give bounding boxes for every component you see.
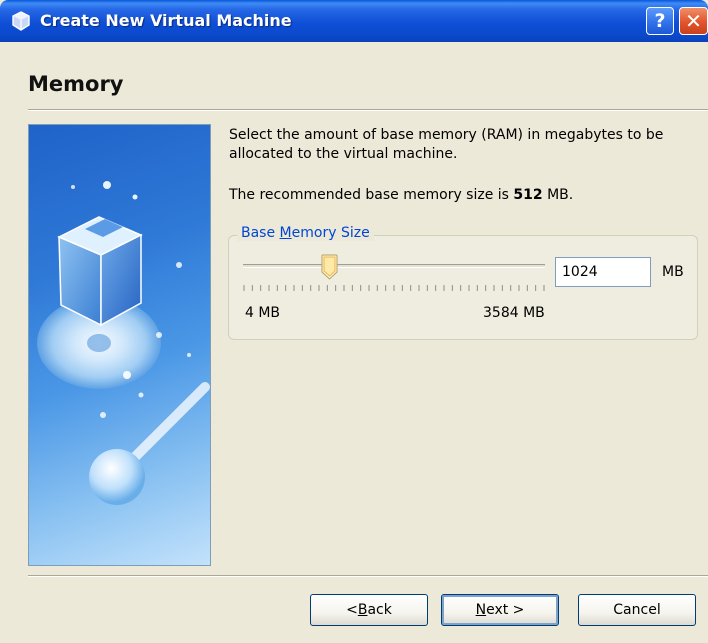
window-title: Create New Virtual Machine (40, 11, 292, 30)
memory-slider-ticks (243, 285, 545, 291)
next-button[interactable]: Next > (441, 594, 559, 626)
recommended-memory-text: The recommended base memory size is 512 … (229, 187, 573, 203)
virtualbox-app-icon (12, 11, 30, 31)
page-title: Memory (28, 72, 124, 96)
wizard-window: Create New Virtual Machine ? ✕ Memory Se… (0, 0, 708, 643)
recommended-suffix: MB. (542, 187, 574, 203)
recommended-value: 512 (513, 187, 543, 203)
memory-slider-track[interactable] (243, 264, 545, 268)
virtualbox-wizard-image (28, 124, 211, 566)
help-icon: ? (654, 10, 666, 32)
memory-description: Select the amount of base memory (RAM) i… (229, 127, 664, 162)
back-button[interactable]: < Back (310, 594, 428, 626)
close-icon: ✕ (685, 9, 702, 33)
recommended-prefix: The recommended base memory size is (229, 187, 514, 203)
cancel-button[interactable]: Cancel (578, 594, 696, 626)
help-button[interactable]: ? (646, 7, 674, 35)
memory-size-input[interactable] (555, 257, 651, 287)
title-bar[interactable]: Create New Virtual Machine ? ✕ (0, 0, 708, 42)
header-divider (28, 109, 708, 111)
memory-unit-label: MB (662, 264, 684, 280)
slider-max-label: 3584 MB (483, 305, 545, 321)
slider-min-label: 4 MB (245, 305, 281, 321)
memory-slider-thumb[interactable] (321, 254, 338, 280)
base-memory-group-label: Base Memory Size (237, 225, 374, 241)
close-button[interactable]: ✕ (679, 7, 708, 35)
virtualbox-logo-illustration (37, 181, 210, 505)
footer-divider (28, 575, 708, 577)
